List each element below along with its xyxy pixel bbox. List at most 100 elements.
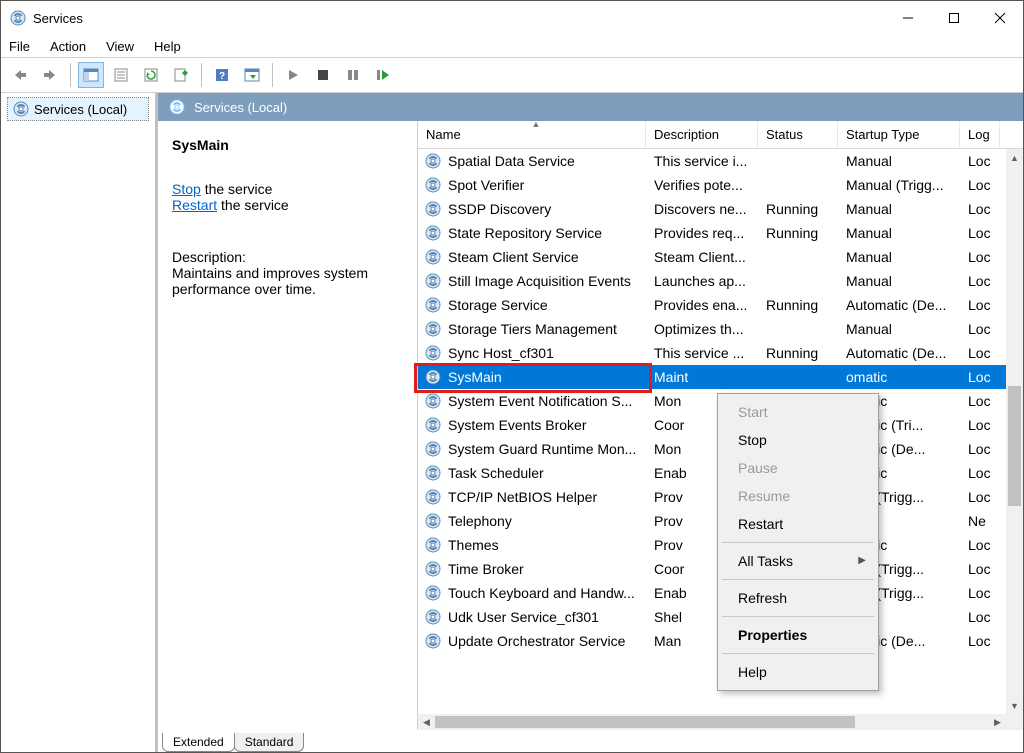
service-row[interactable]: State Repository ServiceProvides req...R…: [418, 221, 1023, 245]
restart-service-button[interactable]: [370, 62, 396, 88]
restart-link[interactable]: Restart: [172, 197, 217, 213]
minimize-button[interactable]: [885, 3, 931, 33]
scroll-left-icon[interactable]: ◀: [418, 714, 435, 730]
ctx-all-tasks[interactable]: All Tasks▶: [720, 547, 876, 575]
tab-standard[interactable]: Standard: [234, 733, 305, 752]
export-button[interactable]: [168, 62, 194, 88]
view-tabs: Extended Standard: [158, 730, 1023, 752]
service-logon: Loc: [960, 365, 1000, 389]
scroll-thumb-h[interactable]: [435, 716, 855, 728]
service-name: Themes: [448, 537, 499, 553]
ctx-restart[interactable]: Restart: [720, 510, 876, 538]
show-hide-tree-button[interactable]: [78, 62, 104, 88]
menu-action[interactable]: Action: [50, 39, 86, 54]
vertical-scrollbar[interactable]: ▲ ▼: [1006, 149, 1023, 714]
service-status: [758, 269, 838, 293]
gear-icon: [168, 98, 186, 116]
service-description: Steam Client...: [646, 245, 758, 269]
scroll-down-icon[interactable]: ▼: [1006, 697, 1023, 714]
gear-icon: [424, 416, 442, 434]
stop-service-button[interactable]: [310, 62, 336, 88]
detail-pane: SysMain Stop the service Restart the ser…: [158, 121, 418, 730]
pause-service-button[interactable]: [340, 62, 366, 88]
service-description: Launches ap...: [646, 269, 758, 293]
menu-help[interactable]: Help: [154, 39, 181, 54]
back-button[interactable]: [7, 62, 33, 88]
tab-extended[interactable]: Extended: [162, 733, 235, 752]
show-hide-action-pane-button[interactable]: [239, 62, 265, 88]
service-row[interactable]: Sync Host_cf301This service ...RunningAu…: [418, 341, 1023, 365]
gear-icon: [424, 200, 442, 218]
gear-icon: [12, 100, 30, 118]
gear-icon: [424, 512, 442, 530]
service-description: Optimizes th...: [646, 317, 758, 341]
menu-view[interactable]: View: [106, 39, 134, 54]
service-description: Discovers ne...: [646, 197, 758, 221]
ctx-stop[interactable]: Stop: [720, 426, 876, 454]
gear-icon: [424, 392, 442, 410]
gear-icon: [424, 464, 442, 482]
stop-line: Stop the service: [172, 181, 403, 197]
service-status: [758, 245, 838, 269]
gear-icon: [424, 152, 442, 170]
service-name: State Repository Service: [448, 225, 602, 241]
tree-item-services-local[interactable]: Services (Local): [7, 97, 149, 121]
service-description: Provides req...: [646, 221, 758, 245]
scroll-up-icon[interactable]: ▲: [1006, 149, 1023, 166]
service-name: Task Scheduler: [448, 465, 544, 481]
service-name: System Event Notification S...: [448, 393, 632, 409]
col-logon[interactable]: Log: [960, 121, 1000, 148]
gear-icon: [424, 368, 442, 386]
scroll-thumb[interactable]: [1008, 386, 1021, 506]
start-service-button[interactable]: [280, 62, 306, 88]
service-row[interactable]: Storage Tiers ManagementOptimizes th...M…: [418, 317, 1023, 341]
help-button[interactable]: ?: [209, 62, 235, 88]
service-row[interactable]: Storage ServiceProvides ena...RunningAut…: [418, 293, 1023, 317]
ctx-help[interactable]: Help: [720, 658, 876, 686]
service-startup: Manual: [838, 317, 960, 341]
service-row[interactable]: SSDP DiscoveryDiscovers ne...RunningManu…: [418, 197, 1023, 221]
service-row[interactable]: SysMainMaintomaticLoc: [418, 365, 1023, 389]
service-description: This service ...: [646, 341, 758, 365]
service-logon: Loc: [960, 461, 1000, 485]
service-description: Maint: [646, 365, 758, 389]
ctx-separator: [722, 542, 874, 543]
ctx-separator: [722, 579, 874, 580]
col-status[interactable]: Status: [758, 121, 838, 148]
close-button[interactable]: [977, 3, 1023, 33]
ctx-refresh[interactable]: Refresh: [720, 584, 876, 612]
scroll-right-icon[interactable]: ▶: [989, 714, 1006, 730]
service-status: [758, 317, 838, 341]
pane-header-title: Services (Local): [194, 100, 287, 115]
forward-button[interactable]: [37, 62, 63, 88]
properties-button[interactable]: [108, 62, 134, 88]
service-logon: Loc: [960, 341, 1000, 365]
service-row[interactable]: Spatial Data ServiceThis service i...Man…: [418, 149, 1023, 173]
ctx-properties[interactable]: Properties: [720, 621, 876, 649]
maximize-button[interactable]: [931, 3, 977, 33]
window-controls: [885, 3, 1023, 33]
col-name[interactable]: Name▲: [418, 121, 646, 148]
services-window: Services File Action View Help ?: [0, 0, 1024, 753]
service-description: Provides ena...: [646, 293, 758, 317]
window-title: Services: [33, 11, 83, 26]
service-row[interactable]: Still Image Acquisition EventsLaunches a…: [418, 269, 1023, 293]
service-name: Telephony: [448, 513, 512, 529]
service-logon: Loc: [960, 149, 1000, 173]
service-row[interactable]: Steam Client ServiceSteam Client...Manua…: [418, 245, 1023, 269]
stop-link[interactable]: Stop: [172, 181, 201, 197]
menu-file[interactable]: File: [9, 39, 30, 54]
refresh-button[interactable]: [138, 62, 164, 88]
gear-icon: [424, 536, 442, 554]
col-description[interactable]: Description: [646, 121, 758, 148]
service-logon: Ne: [960, 509, 1000, 533]
horizontal-scrollbar[interactable]: ◀ ▶: [418, 714, 1006, 730]
col-startup[interactable]: Startup Type: [838, 121, 960, 148]
service-name: Udk User Service_cf301: [448, 609, 599, 625]
gear-icon: [424, 488, 442, 506]
service-startup: Manual: [838, 197, 960, 221]
tree-item-label: Services (Local): [34, 102, 127, 117]
service-row[interactable]: Spot VerifierVerifies pote...Manual (Tri…: [418, 173, 1023, 197]
gear-icon: [424, 296, 442, 314]
service-startup: Manual: [838, 221, 960, 245]
